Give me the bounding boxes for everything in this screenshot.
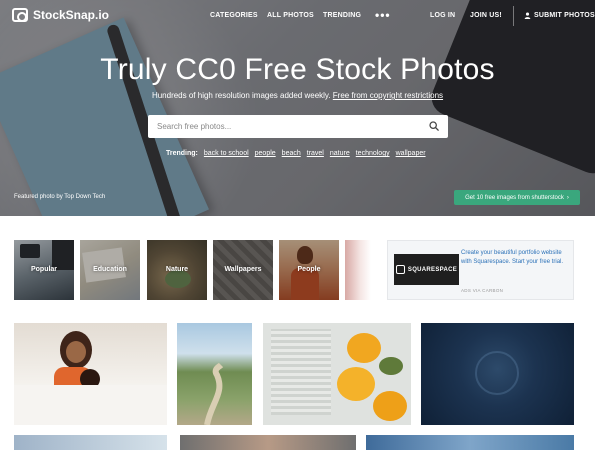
trending-tag[interactable]: wallpaper bbox=[396, 150, 426, 157]
ad-via[interactable]: ADS VIA CARBON bbox=[461, 288, 503, 293]
photo-detail bbox=[347, 333, 381, 363]
photo-detail bbox=[271, 329, 331, 415]
copyright-link[interactable]: Free from copyright restrictions bbox=[333, 91, 443, 100]
category-label: Nature bbox=[165, 266, 189, 273]
nav-login[interactable]: LOG IN bbox=[430, 12, 455, 19]
site-name: StockSnap.io bbox=[33, 8, 110, 22]
hero-overlay bbox=[0, 0, 595, 216]
category-label: Education bbox=[93, 266, 127, 273]
squarespace-logo: SQUARESPACE bbox=[394, 254, 459, 285]
category-people[interactable]: People bbox=[279, 240, 339, 300]
top-navbar: StockSnap.io CATEGORIES ALL PHOTOS TREND… bbox=[0, 0, 595, 32]
submit-photos-label: SUBMIT PHOTOS bbox=[534, 12, 595, 19]
chevron-right-icon: › bbox=[566, 194, 569, 201]
trending-tag[interactable]: people bbox=[255, 150, 276, 157]
category-label: Popular bbox=[30, 266, 58, 273]
category-education[interactable]: Education bbox=[80, 240, 140, 300]
photo-thumbnail[interactable] bbox=[263, 323, 411, 425]
nav-join[interactable]: JOIN US! bbox=[470, 12, 502, 19]
nav-trending[interactable]: TRENDING bbox=[323, 12, 361, 19]
trending-tags: Trending: back to school people beach tr… bbox=[166, 150, 426, 157]
search-input[interactable] bbox=[148, 115, 408, 138]
photo-thumbnail[interactable] bbox=[14, 323, 167, 425]
category-popular[interactable]: Popular bbox=[14, 240, 74, 300]
shutterstock-button[interactable]: Get 10 free images from shutterstock › bbox=[454, 190, 580, 205]
photo-thumbnail[interactable] bbox=[180, 435, 356, 450]
photo-detail bbox=[14, 385, 167, 425]
squarespace-brand: SQUARESPACE bbox=[407, 266, 458, 273]
photo-thumbnail[interactable] bbox=[14, 435, 167, 450]
more-menu-icon[interactable]: ••• bbox=[375, 8, 391, 22]
search-icon[interactable] bbox=[429, 121, 439, 131]
hero-subtitle: Hundreds of high resolution images added… bbox=[0, 91, 595, 100]
nav-submit-photos[interactable]: SUBMIT PHOTOS bbox=[524, 12, 595, 19]
category-wallpapers[interactable]: Wallpapers bbox=[213, 240, 273, 300]
hero-banner: StockSnap.io CATEGORIES ALL PHOTOS TREND… bbox=[0, 0, 595, 216]
photo-detail bbox=[337, 367, 375, 401]
trending-tag[interactable]: technology bbox=[356, 150, 390, 157]
photo-detail bbox=[204, 362, 224, 425]
nav-categories[interactable]: CATEGORIES bbox=[210, 12, 258, 19]
trending-tag[interactable]: travel bbox=[307, 150, 324, 157]
user-icon bbox=[524, 12, 531, 19]
featured-author-link[interactable]: Top Down Tech bbox=[64, 194, 105, 200]
featured-credit: Featured photo by Top Down Tech bbox=[14, 194, 105, 200]
trending-tag[interactable]: nature bbox=[330, 150, 350, 157]
photo-thumbnail[interactable] bbox=[366, 435, 574, 450]
camera-icon bbox=[12, 8, 28, 22]
nav-divider bbox=[513, 6, 514, 26]
category-next-partial[interactable] bbox=[345, 240, 371, 300]
ad-text[interactable]: Create your beautiful portfolio website … bbox=[461, 249, 569, 266]
photo-detail bbox=[379, 357, 403, 375]
category-nature[interactable]: Nature bbox=[147, 240, 207, 300]
category-label: People bbox=[297, 266, 321, 273]
search-bar bbox=[148, 115, 448, 138]
trending-tag[interactable]: back to school bbox=[204, 150, 249, 157]
shutterstock-button-label: Get 10 free images from shutterstock bbox=[465, 194, 564, 201]
category-label: Wallpapers bbox=[224, 266, 262, 273]
hero-title: Truly CC0 Free Stock Photos bbox=[100, 53, 495, 86]
nav-all-photos[interactable]: ALL PHOTOS bbox=[267, 12, 314, 19]
photo-thumbnail[interactable] bbox=[421, 323, 574, 425]
site-logo[interactable]: StockSnap.io bbox=[12, 8, 109, 22]
carbon-ad[interactable]: SQUARESPACE Create your beautiful portfo… bbox=[387, 240, 574, 300]
photo-thumbnail[interactable] bbox=[177, 323, 252, 425]
photo-detail bbox=[66, 341, 86, 363]
trending-label: Trending: bbox=[166, 150, 198, 157]
photo-detail bbox=[475, 351, 519, 395]
trending-tag[interactable]: beach bbox=[282, 150, 301, 157]
photo-detail bbox=[373, 391, 407, 421]
squarespace-icon bbox=[395, 265, 405, 274]
featured-prefix: Featured photo by bbox=[14, 194, 63, 200]
hero-subtitle-text: Hundreds of high resolution images added… bbox=[151, 91, 331, 100]
